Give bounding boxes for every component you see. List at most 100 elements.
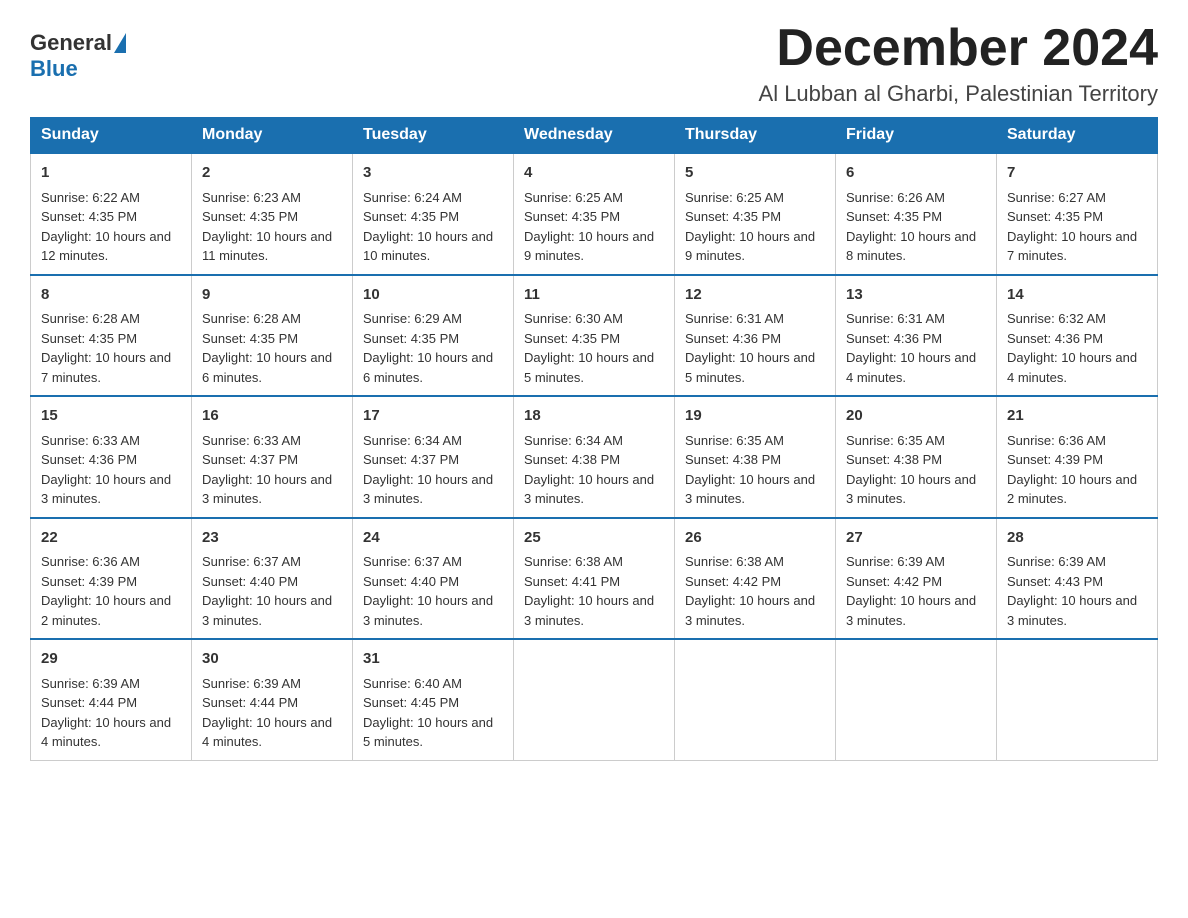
sunrise-text: Sunrise: 6:39 AM <box>846 554 945 569</box>
calendar-cell: 13Sunrise: 6:31 AMSunset: 4:36 PMDayligh… <box>836 275 997 397</box>
logo: General Blue <box>30 30 126 82</box>
sunrise-text: Sunrise: 6:32 AM <box>1007 311 1106 326</box>
day-number: 20 <box>846 405 986 428</box>
sunset-text: Sunset: 4:40 PM <box>202 574 298 589</box>
sunset-text: Sunset: 4:39 PM <box>41 574 137 589</box>
calendar-cell: 31Sunrise: 6:40 AMSunset: 4:45 PMDayligh… <box>353 639 514 760</box>
sunrise-text: Sunrise: 6:39 AM <box>41 676 140 691</box>
title-area: December 2024 Al Lubban al Gharbi, Pales… <box>759 20 1158 107</box>
sunrise-text: Sunrise: 6:22 AM <box>41 190 140 205</box>
sunset-text: Sunset: 4:35 PM <box>524 209 620 224</box>
sunrise-text: Sunrise: 6:31 AM <box>846 311 945 326</box>
day-number: 11 <box>524 284 664 307</box>
sunrise-text: Sunrise: 6:25 AM <box>524 190 623 205</box>
day-number: 26 <box>685 527 825 550</box>
daylight-text: Daylight: 10 hours and 4 minutes. <box>41 715 171 750</box>
daylight-text: Daylight: 10 hours and 3 minutes. <box>363 472 493 507</box>
day-number: 21 <box>1007 405 1147 428</box>
sunrise-text: Sunrise: 6:34 AM <box>363 433 462 448</box>
sunset-text: Sunset: 4:35 PM <box>363 331 459 346</box>
day-number: 6 <box>846 162 986 185</box>
day-number: 14 <box>1007 284 1147 307</box>
sunrise-text: Sunrise: 6:35 AM <box>846 433 945 448</box>
sunset-text: Sunset: 4:37 PM <box>363 452 459 467</box>
day-number: 13 <box>846 284 986 307</box>
calendar-cell: 14 Sunrise: 6:32 AM Sunset: 4:36 PM Dayligh… <box>997 275 1158 397</box>
daylight-text: Daylight: 10 hours and 7 minutes. <box>41 350 171 385</box>
calendar-cell: 4Sunrise: 6:25 AMSunset: 4:35 PMDaylight… <box>514 153 675 275</box>
daylight-text: Daylight: 10 hours and 12 minutes. <box>41 229 171 264</box>
calendar-cell: 9Sunrise: 6:28 AMSunset: 4:35 PMDaylight… <box>192 275 353 397</box>
daylight-text: Daylight: 10 hours and 2 minutes. <box>41 593 171 628</box>
sunrise-text: Sunrise: 6:37 AM <box>202 554 301 569</box>
day-number: 7 <box>1007 162 1147 185</box>
sunset-text: Sunset: 4:40 PM <box>363 574 459 589</box>
daylight-text: Daylight: 10 hours and 3 minutes. <box>202 593 332 628</box>
sunrise-text: Sunrise: 6:36 AM <box>1007 433 1106 448</box>
daylight-text: Daylight: 10 hours and 3 minutes. <box>685 472 815 507</box>
calendar-cell: 1Sunrise: 6:22 AMSunset: 4:35 PMDaylight… <box>31 153 192 275</box>
day-number: 16 <box>202 405 342 428</box>
day-number: 4 <box>524 162 664 185</box>
daylight-text: Daylight: 10 hours and 8 minutes. <box>846 229 976 264</box>
sunrise-text: Sunrise: 6:28 AM <box>41 311 140 326</box>
day-number: 17 <box>363 405 503 428</box>
calendar-cell: 19Sunrise: 6:35 AMSunset: 4:38 PMDayligh… <box>675 396 836 518</box>
calendar-cell: 3Sunrise: 6:24 AMSunset: 4:35 PMDaylight… <box>353 153 514 275</box>
daylight-text: Daylight: 10 hours and 3 minutes. <box>363 593 493 628</box>
sunset-text: Sunset: 4:35 PM <box>363 209 459 224</box>
day-number: 22 <box>41 527 181 550</box>
day-number: 10 <box>363 284 503 307</box>
sunrise-text: Sunrise: 6:27 AM <box>1007 190 1106 205</box>
daylight-text: Daylight: 10 hours and 6 minutes. <box>202 350 332 385</box>
sunrise-text: Sunrise: 6:34 AM <box>524 433 623 448</box>
sunset-text: Sunset: 4:39 PM <box>1007 452 1103 467</box>
location-subtitle: Al Lubban al Gharbi, Palestinian Territo… <box>759 81 1158 107</box>
calendar-cell <box>675 639 836 760</box>
sunset-text: Sunset: 4:36 PM <box>1007 331 1103 346</box>
calendar-week-row: 29Sunrise: 6:39 AMSunset: 4:44 PMDayligh… <box>31 639 1158 760</box>
daylight-text: Daylight: 10 hours and 4 minutes. <box>202 715 332 750</box>
sunset-text: Sunset: 4:36 PM <box>41 452 137 467</box>
calendar-cell: 11Sunrise: 6:30 AMSunset: 4:35 PMDayligh… <box>514 275 675 397</box>
daylight-text: Daylight: 10 hours and 9 minutes. <box>685 229 815 264</box>
sunset-text: Sunset: 4:36 PM <box>846 331 942 346</box>
calendar-cell <box>514 639 675 760</box>
sunrise-text: Sunrise: 6:24 AM <box>363 190 462 205</box>
sunset-text: Sunset: 4:42 PM <box>685 574 781 589</box>
day-header-sunday: Sunday <box>31 118 192 154</box>
sunrise-text: Sunrise: 6:33 AM <box>202 433 301 448</box>
day-number: 2 <box>202 162 342 185</box>
calendar-cell <box>836 639 997 760</box>
daylight-text: Daylight: 10 hours and 7 minutes. <box>1007 229 1137 264</box>
calendar-cell: 24Sunrise: 6:37 AMSunset: 4:40 PMDayligh… <box>353 518 514 640</box>
calendar-cell: 12Sunrise: 6:31 AMSunset: 4:36 PMDayligh… <box>675 275 836 397</box>
sunrise-text: Sunrise: 6:29 AM <box>363 311 462 326</box>
daylight-text: Daylight: 10 hours and 4 minutes. <box>1007 350 1137 385</box>
daylight-text: Daylight: 10 hours and 11 minutes. <box>202 229 332 264</box>
calendar-week-row: 8 Sunrise: 6:28 AM Sunset: 4:35 PM Daylight… <box>31 275 1158 397</box>
daylight-text: Daylight: 10 hours and 10 minutes. <box>363 229 493 264</box>
daylight-text: Daylight: 10 hours and 3 minutes. <box>846 593 976 628</box>
day-number: 30 <box>202 648 342 671</box>
month-title: December 2024 <box>759 20 1158 77</box>
day-header-saturday: Saturday <box>997 118 1158 154</box>
header: General Blue December 2024 Al Lubban al … <box>30 20 1158 107</box>
day-number: 8 <box>41 284 181 307</box>
sunrise-text: Sunrise: 6:23 AM <box>202 190 301 205</box>
day-header-tuesday: Tuesday <box>353 118 514 154</box>
day-number: 25 <box>524 527 664 550</box>
day-number: 1 <box>41 162 181 185</box>
day-header-wednesday: Wednesday <box>514 118 675 154</box>
sunset-text: Sunset: 4:36 PM <box>685 331 781 346</box>
sunrise-text: Sunrise: 6:36 AM <box>41 554 140 569</box>
day-header-friday: Friday <box>836 118 997 154</box>
sunrise-text: Sunrise: 6:25 AM <box>685 190 784 205</box>
sunrise-text: Sunrise: 6:31 AM <box>685 311 784 326</box>
daylight-text: Daylight: 10 hours and 3 minutes. <box>685 593 815 628</box>
day-header-monday: Monday <box>192 118 353 154</box>
logo-blue-text: Blue <box>30 56 126 82</box>
day-header-thursday: Thursday <box>675 118 836 154</box>
sunset-text: Sunset: 4:42 PM <box>846 574 942 589</box>
calendar-cell: 7Sunrise: 6:27 AMSunset: 4:35 PMDaylight… <box>997 153 1158 275</box>
